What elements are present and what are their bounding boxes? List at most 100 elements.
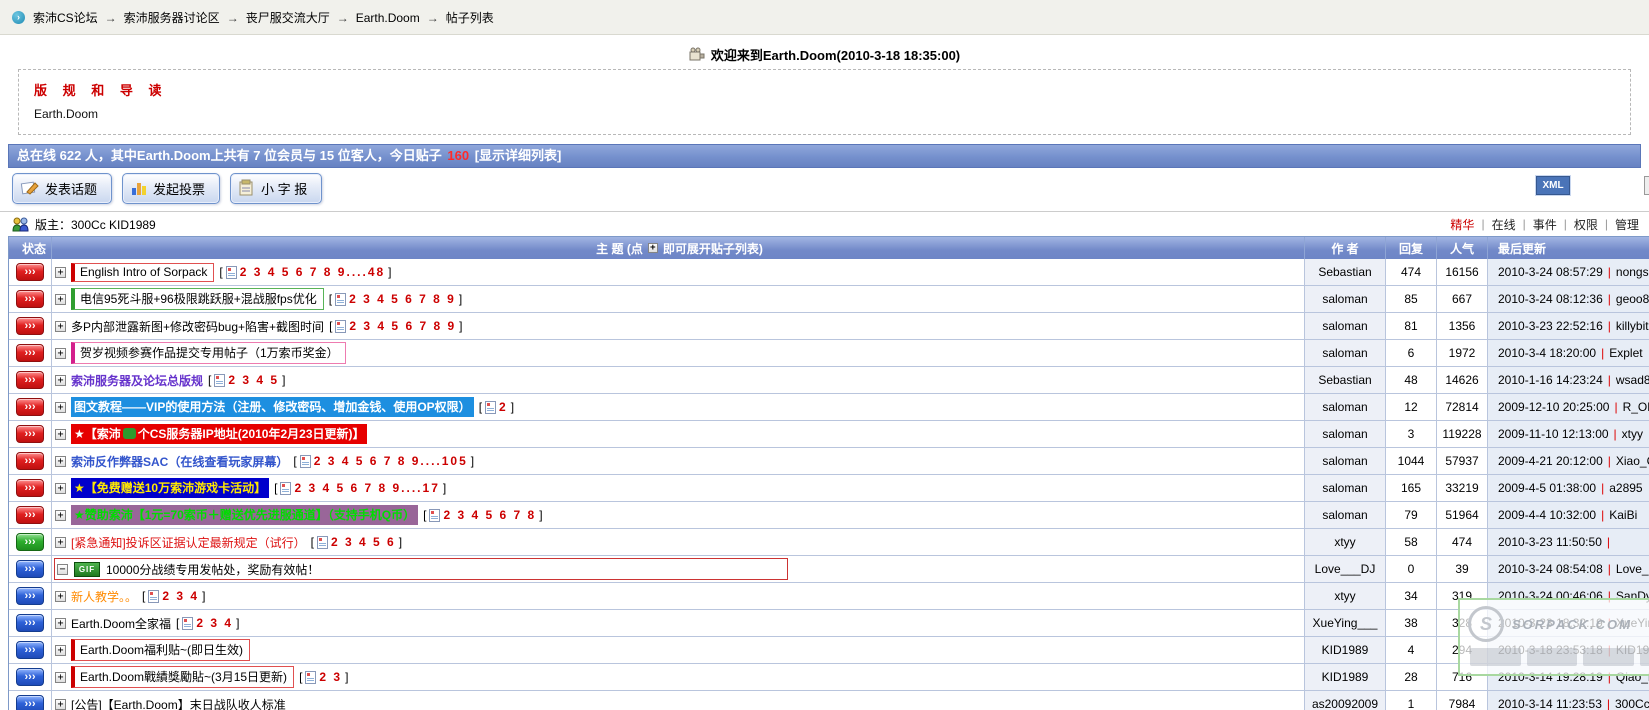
breadcrumb-link[interactable]: 索沛CS论坛 — [33, 11, 98, 25]
status-icon[interactable]: ››› — [16, 398, 44, 416]
last-updater[interactable]: nongs — [1616, 265, 1649, 279]
page-numbers[interactable]: 2 3 4 5 6 7 8 9....48 — [240, 265, 385, 279]
topic-title[interactable]: [紧急通知]投诉区证据认定最新规定（试行） — [71, 534, 306, 551]
status-icon[interactable]: ››› — [16, 290, 44, 308]
expand-toggle-icon[interactable]: + — [55, 348, 66, 359]
author-cell[interactable]: Sebastian — [1304, 367, 1385, 393]
forum-link-3[interactable]: 权限 — [1574, 216, 1598, 233]
author-cell[interactable]: XueYing___ — [1304, 610, 1385, 636]
topic-title[interactable]: Earth.Doom全家福 — [71, 615, 171, 632]
show-detail-link[interactable]: [显示详细列表] — [475, 148, 562, 163]
author-cell[interactable]: saloman — [1304, 394, 1385, 420]
breadcrumb-link[interactable]: 丧尸服交流大厅 — [246, 11, 330, 25]
breadcrumb-link[interactable]: 帖子列表 — [446, 11, 494, 25]
expand-toggle-icon[interactable]: + — [55, 402, 66, 413]
topic-title[interactable]: 索沛反作弊器SAC（在线查看玩家屏幕） — [71, 453, 288, 470]
expand-toggle-icon[interactable]: + — [55, 294, 66, 305]
forum-link-1[interactable]: 在线 — [1492, 216, 1516, 233]
expand-toggle-icon[interactable]: + — [55, 672, 66, 683]
breadcrumb-link[interactable]: 索沛服务器讨论区 — [124, 11, 220, 25]
last-updater[interactable]: Xiao_C — [1616, 454, 1649, 468]
collapse-toggle-icon[interactable]: − — [57, 564, 68, 575]
page-numbers[interactable]: 2 3 4 5 6 7 8 9 — [349, 319, 456, 333]
page-numbers[interactable]: 2 3 4 — [162, 589, 199, 603]
partial-button[interactable] — [1644, 176, 1649, 195]
author-cell[interactable]: KID1989 — [1304, 637, 1385, 663]
status-icon[interactable]: ››› — [16, 587, 44, 605]
expand-toggle-icon[interactable]: + — [55, 375, 66, 386]
new-topic-button[interactable]: 发表话题 — [12, 173, 112, 204]
author-cell[interactable]: KID1989 — [1304, 664, 1385, 690]
page-numbers[interactable]: 2 3 4 5 6 7 8 9....105 — [314, 454, 468, 468]
expand-toggle-icon[interactable]: + — [55, 321, 66, 332]
page-numbers[interactable]: 2 3 4 5 6 7 8 9 — [349, 292, 456, 306]
status-icon[interactable]: ››› — [16, 371, 44, 389]
topic-title[interactable]: 图文教程——VIP的使用方法（注册、修改密码、增加金钱、使用OP权限） — [71, 397, 474, 417]
expand-toggle-icon[interactable]: + — [55, 267, 66, 278]
status-icon[interactable]: ››› — [16, 479, 44, 497]
topic-title[interactable]: ★【免费赠送10万索沛游戏卡活动】 — [71, 478, 269, 498]
last-updater[interactable]: a2895 — [1609, 481, 1642, 495]
status-icon[interactable]: ››› — [16, 344, 44, 362]
page-numbers[interactable]: 2 3 — [319, 670, 342, 684]
page-numbers[interactable]: 2 3 4 5 6 7 8 — [443, 508, 536, 522]
expand-toggle-icon[interactable]: + — [55, 591, 66, 602]
forum-link-2[interactable]: 事件 — [1533, 216, 1557, 233]
bulletin-button[interactable]: 小 字 报 — [230, 173, 322, 204]
author-cell[interactable]: as20092009 — [1304, 691, 1385, 710]
topic-title[interactable]: Earth.Doom戰績獎勵貼~(3月15日更新) — [71, 666, 294, 688]
page-numbers[interactable]: 2 3 4 5 6 7 8 9....17 — [294, 481, 439, 495]
status-icon[interactable]: ››› — [16, 452, 44, 470]
page-numbers[interactable]: 2 3 4 — [196, 616, 233, 630]
status-icon[interactable]: ››› — [16, 317, 44, 335]
author-cell[interactable]: saloman — [1304, 448, 1385, 474]
last-updater[interactable]: wsad8 — [1616, 373, 1649, 387]
status-icon[interactable]: ››› — [16, 614, 44, 632]
author-cell[interactable]: Love___DJ — [1304, 556, 1385, 582]
status-icon[interactable]: ››› — [16, 695, 44, 710]
expand-toggle-icon[interactable]: + — [55, 510, 66, 521]
author-cell[interactable]: saloman — [1304, 313, 1385, 339]
status-icon[interactable]: ››› — [16, 641, 44, 659]
expand-toggle-icon[interactable]: + — [55, 699, 66, 710]
author-cell[interactable]: saloman — [1304, 475, 1385, 501]
last-updater[interactable]: geoo8 — [1616, 292, 1649, 306]
topic-title[interactable]: ★赞助索沛【1元=70索币＋赠送优先进服通道】（支持手机Q币） — [71, 505, 418, 525]
author-cell[interactable]: xtyy — [1304, 583, 1385, 609]
status-icon[interactable]: ››› — [16, 506, 44, 524]
topic-title[interactable]: 新人教学。。 — [71, 588, 137, 605]
author-cell[interactable]: saloman — [1304, 340, 1385, 366]
page-numbers[interactable]: 2 3 4 5 6 — [331, 535, 396, 549]
status-icon[interactable]: ››› — [16, 425, 44, 443]
topic-title[interactable]: 10000分战绩专用发帖处，奖励有效帖！ — [106, 561, 319, 578]
status-icon[interactable]: ››› — [16, 263, 44, 281]
author-cell[interactable]: saloman — [1304, 286, 1385, 312]
status-icon[interactable]: ››› — [16, 668, 44, 686]
expand-toggle-icon[interactable]: + — [55, 429, 66, 440]
expand-toggle-icon[interactable]: + — [55, 483, 66, 494]
topic-title[interactable]: 索沛服务器及论坛总版规 — [71, 372, 203, 389]
status-icon[interactable]: ››› — [16, 560, 44, 578]
topic-title[interactable]: 电信95死斗服+96极限跳跃服+混战服fps优化 — [71, 288, 324, 310]
topic-title[interactable]: 贺岁视频参赛作品提交专用帖子（1万索币奖金） — [71, 342, 346, 364]
breadcrumb-link[interactable]: Earth.Doom — [356, 11, 420, 25]
page-numbers[interactable]: 2 3 4 5 — [228, 373, 279, 387]
page-numbers[interactable]: 2 — [499, 400, 508, 414]
last-updater[interactable]: KaiBi — [1609, 508, 1637, 522]
last-updater[interactable]: R_ONE — [1623, 400, 1649, 414]
forum-link-0[interactable]: 精华 — [1450, 216, 1474, 233]
author-cell[interactable]: saloman — [1304, 502, 1385, 528]
topic-title[interactable]: [公告]【Earth.Doom】末日战队收人标准 — [71, 696, 286, 710]
topic-title[interactable]: 多P内部泄露新图+修改密码bug+陷害+截图时间 — [71, 318, 324, 335]
topic-title[interactable]: Earth.Doom福利贴~(即日生效) — [71, 639, 250, 661]
author-cell[interactable]: Sebastian — [1304, 259, 1385, 285]
last-updater[interactable]: Explet — [1609, 346, 1642, 360]
expand-toggle-icon[interactable]: + — [55, 618, 66, 629]
last-updater[interactable]: Love_ — [1616, 562, 1649, 576]
topic-title[interactable]: ★【索沛个CS服务器IP地址(2010年2月23日更新)】 — [71, 424, 367, 444]
expand-toggle-icon[interactable]: + — [55, 456, 66, 467]
author-cell[interactable]: xtyy — [1304, 529, 1385, 555]
author-cell[interactable]: saloman — [1304, 421, 1385, 447]
last-updater[interactable]: killybit — [1616, 319, 1649, 333]
status-icon[interactable]: ››› — [16, 533, 44, 551]
